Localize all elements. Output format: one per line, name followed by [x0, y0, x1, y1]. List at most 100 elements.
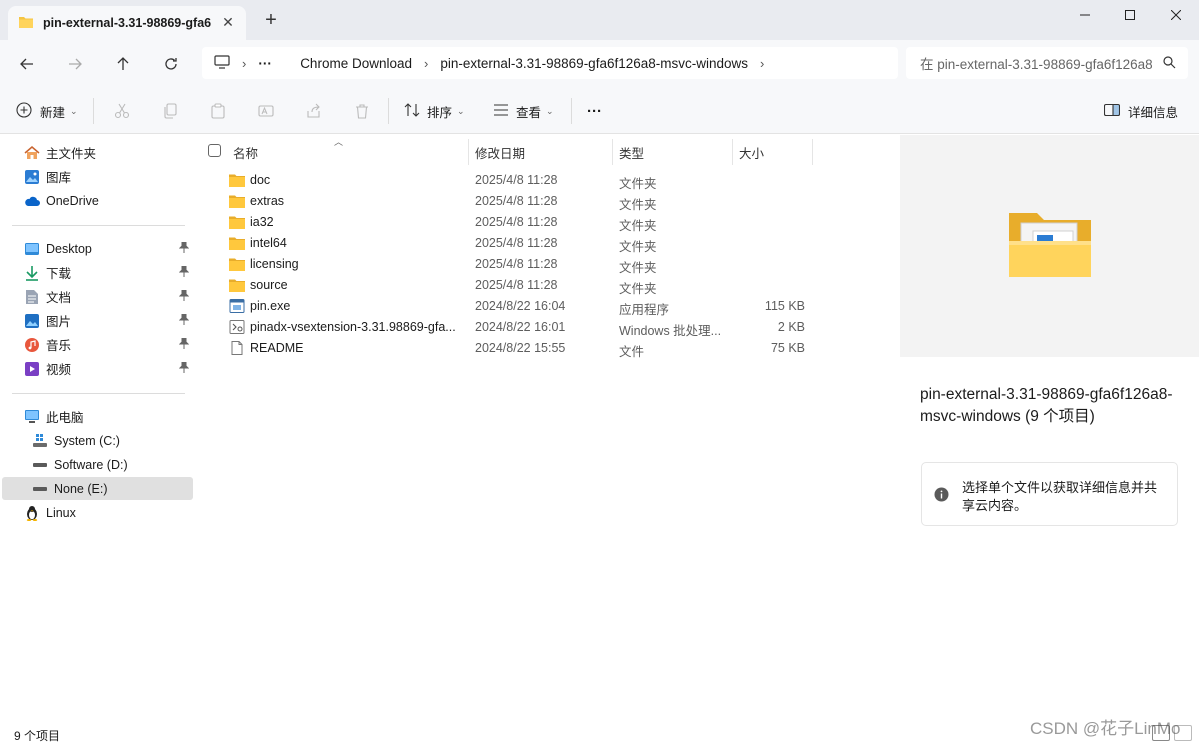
file-type: Windows 批处理... [619, 324, 722, 338]
column-header-size[interactable]: 大小 [733, 139, 813, 165]
sidebar-item-label: Linux [46, 505, 76, 520]
search-input[interactable]: 在 pin-external-3.31-98869-gfa6f126a8-msv… [906, 47, 1188, 79]
file-row-ia32[interactable]: ia32 2025/4/8 11:28 文件夹 [223, 212, 813, 233]
sidebar-item-onedrive[interactable]: OneDrive [2, 189, 193, 212]
sidebar-divider [12, 225, 185, 226]
file-date: 2024/8/22 16:04 [475, 299, 566, 313]
pin-icon[interactable] [178, 313, 190, 328]
batch-file-icon [229, 320, 245, 334]
file-row-readme[interactable]: README 2024/8/22 15:55 文件 75 KB [223, 338, 813, 359]
sidebar-item-label: 此电脑 [46, 411, 84, 425]
chevron-right-icon: › [760, 55, 765, 71]
view-button[interactable]: 查看 ⌄ [493, 100, 554, 122]
preview-area [900, 135, 1199, 357]
sidebar-item-pictures[interactable]: 图片 [2, 309, 193, 332]
file-row-extras[interactable]: extras 2025/4/8 11:28 文件夹 [223, 191, 813, 212]
sidebar-item-linux[interactable]: Linux [2, 501, 193, 524]
file-row-pinadx-batch[interactable]: pinadx-vsextension-3.31.98869-gfa... 202… [223, 317, 813, 338]
scissors-icon [114, 103, 130, 119]
breadcrumb-item-current-folder[interactable]: pin-external-3.31-98869-gfa6f126a8-msvc-… [440, 56, 748, 71]
search-placeholder: 在 pin-external-3.31-98869-gfa6f126a8-msv… [920, 57, 1152, 72]
tab-current[interactable]: pin-external-3.31-98869-gfa6f ✕ [8, 6, 246, 40]
close-window-button[interactable] [1153, 0, 1199, 30]
info-card: 选择单个文件以获取详细信息并共享云内容。 [921, 462, 1178, 526]
file-row-intel64[interactable]: intel64 2025/4/8 11:28 文件夹 [223, 233, 813, 254]
up-button[interactable] [110, 52, 136, 76]
sidebar-item-music[interactable]: 音乐 [2, 333, 193, 356]
select-all-checkbox[interactable] [208, 144, 221, 157]
view-list-icon [493, 102, 509, 121]
sidebar-item-drive-c[interactable]: System (C:) [2, 429, 193, 452]
sidebar-item-documents[interactable]: 文档 [2, 285, 193, 308]
breadcrumb[interactable]: › ··· › Chrome Download › pin-external-3… [202, 47, 898, 79]
column-header-date[interactable]: 修改日期 [469, 139, 613, 165]
drive-windows-icon [32, 433, 48, 449]
exe-icon [229, 299, 245, 313]
refresh-icon [165, 58, 177, 70]
pin-icon[interactable] [178, 337, 190, 352]
sidebar-item-label: 文档 [46, 291, 72, 305]
file-name: licensing [250, 257, 299, 271]
info-icon [934, 487, 949, 505]
toolbar-divider [93, 98, 94, 124]
new-button[interactable]: 新建 ⌄ [16, 100, 78, 122]
clipboard-icon [211, 103, 225, 119]
breadcrumb-item-chrome-download[interactable]: Chrome Download [300, 56, 412, 71]
rename-button[interactable] [258, 100, 274, 122]
sidebar-item-gallery[interactable]: 图库 [2, 165, 193, 188]
paste-button[interactable] [210, 100, 226, 122]
file-row-pin-exe[interactable]: pin.exe 2024/8/22 16:04 应用程序 115 KB [223, 296, 813, 317]
sidebar-item-videos[interactable]: 视频 [2, 357, 193, 380]
large-folder-icon [1009, 213, 1091, 277]
folder-icon [229, 258, 245, 271]
sidebar-item-this-pc[interactable]: 此电脑 [2, 405, 193, 428]
pin-icon[interactable] [178, 361, 190, 376]
file-type: 文件夹 [619, 198, 657, 212]
file-row-licensing[interactable]: licensing 2025/4/8 11:28 文件夹 [223, 254, 813, 275]
trash-icon [356, 104, 368, 119]
folder-icon [229, 174, 245, 187]
delete-button[interactable] [354, 100, 370, 122]
pictures-icon [24, 313, 40, 329]
sidebar-item-desktop[interactable]: Desktop [2, 237, 193, 260]
new-tab-button[interactable]: + [260, 10, 282, 32]
drive-icon [32, 481, 48, 497]
sidebar-item-drive-d[interactable]: Software (D:) [2, 453, 193, 476]
column-header-type[interactable]: 类型 [613, 139, 733, 165]
sidebar-item-downloads[interactable]: 下载 [2, 261, 193, 284]
file-name: ia32 [250, 215, 274, 229]
pin-icon[interactable] [178, 241, 190, 256]
file-icon [231, 341, 243, 355]
details-pane-button[interactable]: 详细信息 [1103, 100, 1178, 122]
info-text: 选择单个文件以获取详细信息并共享云内容。 [962, 480, 1158, 513]
refresh-button[interactable] [158, 52, 184, 76]
minimize-button[interactable] [1062, 0, 1108, 30]
file-name: pinadx-vsextension-3.31.98869-gfa... [250, 320, 456, 334]
folder-icon [229, 216, 245, 229]
sidebar-item-home[interactable]: 主文件夹 [2, 141, 193, 164]
back-button[interactable] [14, 52, 40, 76]
details-title: pin-external-3.31-98869-gfa6f126a8-msvc-… [920, 386, 1173, 425]
copy-button[interactable] [162, 100, 178, 122]
file-type: 应用程序 [619, 303, 670, 317]
sidebar-item-label: 下载 [46, 267, 72, 281]
sort-button[interactable]: 排序 ⌄ [404, 100, 465, 122]
more-options-button[interactable]: ··· [587, 100, 602, 122]
file-date: 2025/4/8 11:28 [475, 194, 558, 208]
search-icon [1163, 56, 1176, 72]
file-size: 115 KB [764, 299, 805, 313]
column-header-name[interactable]: 名称 [227, 139, 469, 165]
breadcrumb-overflow[interactable]: ··· [258, 56, 272, 71]
file-row-doc[interactable]: doc 2025/4/8 11:28 文件夹 [223, 170, 813, 191]
pin-icon[interactable] [178, 289, 190, 304]
forward-button[interactable] [62, 52, 88, 76]
file-row-source[interactable]: source 2025/4/8 11:28 文件夹 [223, 275, 813, 296]
share-button[interactable] [306, 100, 322, 122]
pin-icon[interactable] [178, 265, 190, 280]
close-tab-icon[interactable]: ✕ [220, 14, 236, 30]
sidebar-item-label: 图库 [46, 171, 72, 185]
cut-button[interactable] [114, 100, 130, 122]
gallery-icon [24, 169, 40, 185]
maximize-button[interactable] [1107, 0, 1153, 30]
sidebar-item-drive-e[interactable]: None (E:) [2, 477, 193, 500]
